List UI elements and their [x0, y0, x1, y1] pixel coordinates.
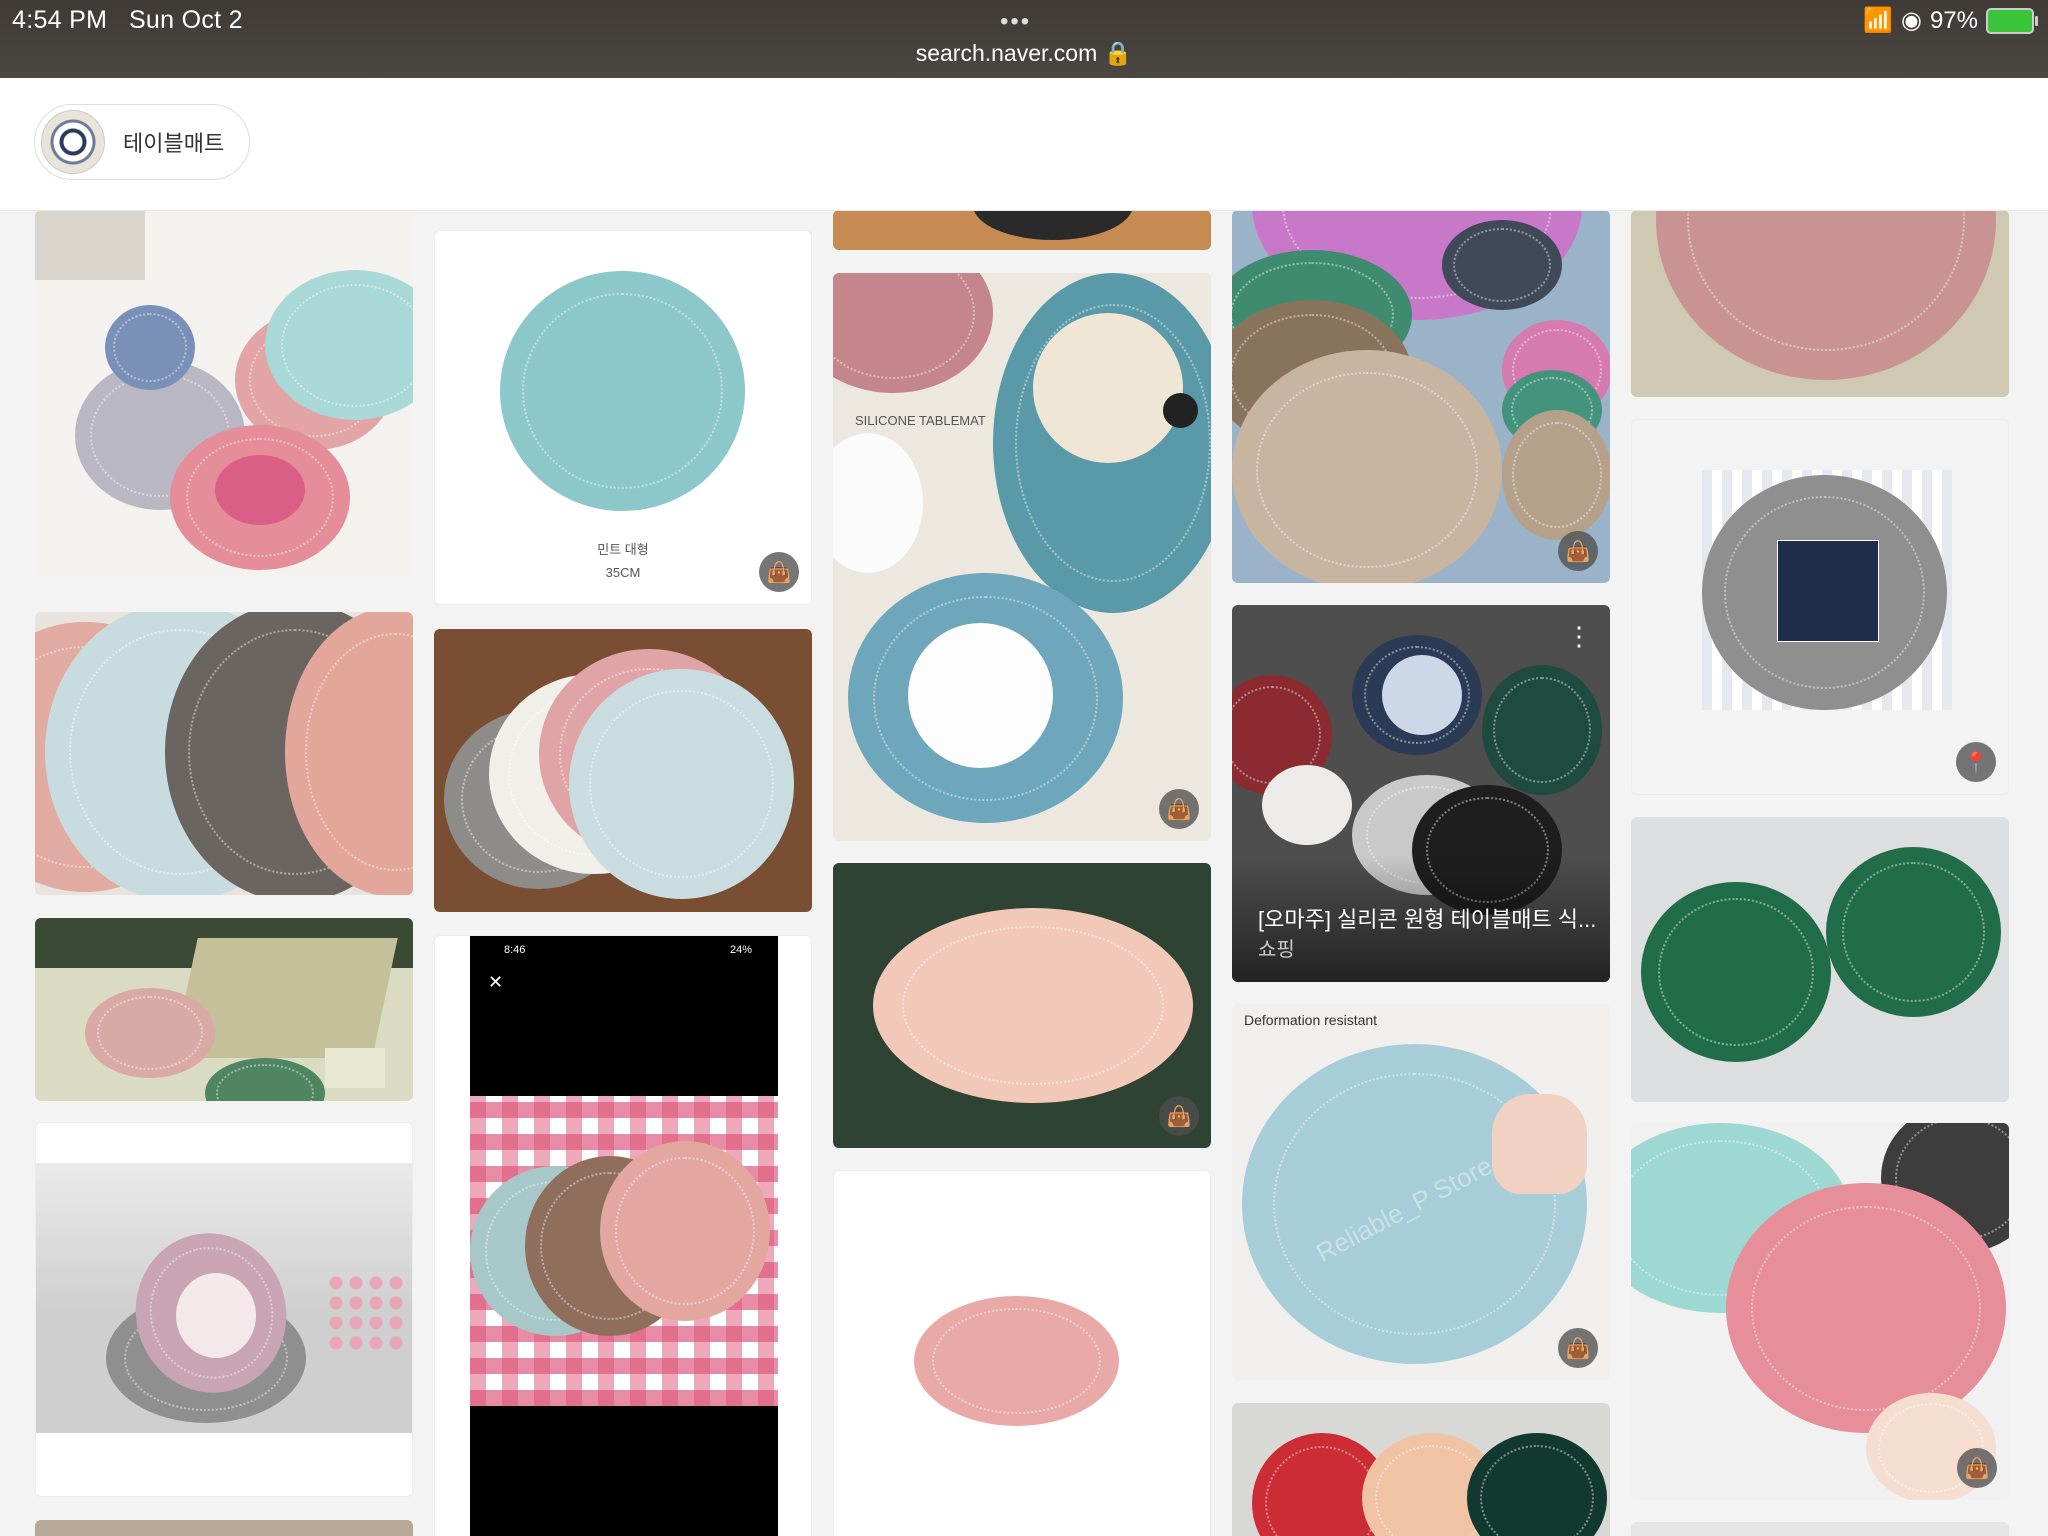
image-card[interactable] — [1631, 1522, 2009, 1536]
status-indicators: 📶 ◉ 97% — [1863, 6, 2038, 35]
image-card[interactable]: 👜 — [1232, 210, 1610, 583]
image-card[interactable]: 📍 — [1631, 419, 2009, 795]
shopping-bag-icon[interactable]: 👜 — [759, 552, 799, 592]
image-card[interactable] — [833, 210, 1211, 250]
image-card[interactable] — [1631, 817, 2009, 1102]
product-caption-name: 민트 대형 — [597, 542, 649, 557]
search-header: 테이블매트 — [0, 78, 2048, 211]
image-card[interactable] — [434, 629, 812, 912]
lock-icon: 🔒 — [1103, 40, 1133, 66]
chip-thumbnail — [41, 110, 105, 174]
shopping-bag-icon[interactable]: 👜 — [1159, 1096, 1199, 1136]
product-caption-size: 35CM — [605, 565, 641, 580]
image-card[interactable]: 👜 — [1631, 1123, 2009, 1500]
chip-label: 테이블매트 — [123, 131, 225, 156]
image-card[interactable] — [833, 1170, 1211, 1536]
status-bar: 4:54 PM Sun Oct 2 ••• search.naver.com 🔒… — [0, 0, 2048, 78]
image-card[interactable] — [1232, 1403, 1610, 1536]
shopping-bag-icon[interactable]: 👜 — [1957, 1448, 1997, 1488]
image-card[interactable]: 👜 — [833, 863, 1211, 1148]
product-category: 쇼핑 — [1258, 939, 1295, 961]
silicone-tablemat-label: SILICONE TABLEMAT — [855, 413, 986, 428]
rotation-lock-icon: ◉ — [1901, 7, 1922, 34]
phone-battery: 24% — [730, 944, 753, 956]
image-grid: 민트 대형 35CM 👜 8:46 24% ✕ SILICONE TABLEMA… — [0, 210, 2048, 1536]
image-card[interactable]: 8:46 24% ✕ — [434, 935, 812, 1536]
deformation-label: Deformation resistant — [1244, 1012, 1378, 1028]
location-pin-icon[interactable]: 📍 — [1956, 742, 1996, 782]
more-dots-icon[interactable]: ••• — [1000, 8, 1031, 36]
product-label-card — [1777, 540, 1879, 642]
product-card-omaju[interactable]: ⋮ [오마주] 실리콘 원형 테이블매트 식... 쇼핑 — [1232, 605, 1610, 982]
battery-icon — [1986, 7, 2038, 34]
product-card-mint[interactable]: 민트 대형 35CM 👜 — [434, 230, 812, 605]
phone-time: 8:46 — [504, 944, 526, 956]
shopping-bag-icon[interactable]: 👜 — [1558, 1328, 1598, 1368]
shopping-bag-icon[interactable]: 👜 — [1159, 789, 1199, 829]
shopping-bag-icon[interactable]: 👜 — [1558, 531, 1598, 571]
battery-percent: 97% — [1929, 6, 1978, 34]
search-chip[interactable]: 테이블매트 — [34, 104, 250, 180]
image-card[interactable] — [35, 918, 413, 1101]
image-card[interactable] — [1631, 210, 2009, 397]
product-card-deformation[interactable]: Deformation resistant Reliable_P Store 👜 — [1232, 1004, 1610, 1380]
image-card[interactable] — [35, 210, 413, 575]
url-bar[interactable]: search.naver.com 🔒 — [0, 40, 2048, 67]
phone-screenshot: 8:46 24% ✕ — [470, 936, 778, 1536]
status-time: 4:54 PM Sun Oct 2 — [12, 6, 243, 34]
more-options-icon[interactable]: ⋮ — [1566, 621, 1592, 652]
image-card[interactable] — [35, 1520, 413, 1536]
wifi-icon: 📶 — [1863, 7, 1893, 34]
image-card[interactable] — [35, 612, 413, 895]
product-card-silicone[interactable]: SILICONE TABLEMAT 👜 — [833, 273, 1211, 841]
product-title: [오마주] 실리콘 원형 테이블매트 식... — [1258, 907, 1597, 932]
image-card[interactable] — [35, 1122, 413, 1497]
close-icon[interactable]: ✕ — [488, 972, 503, 993]
